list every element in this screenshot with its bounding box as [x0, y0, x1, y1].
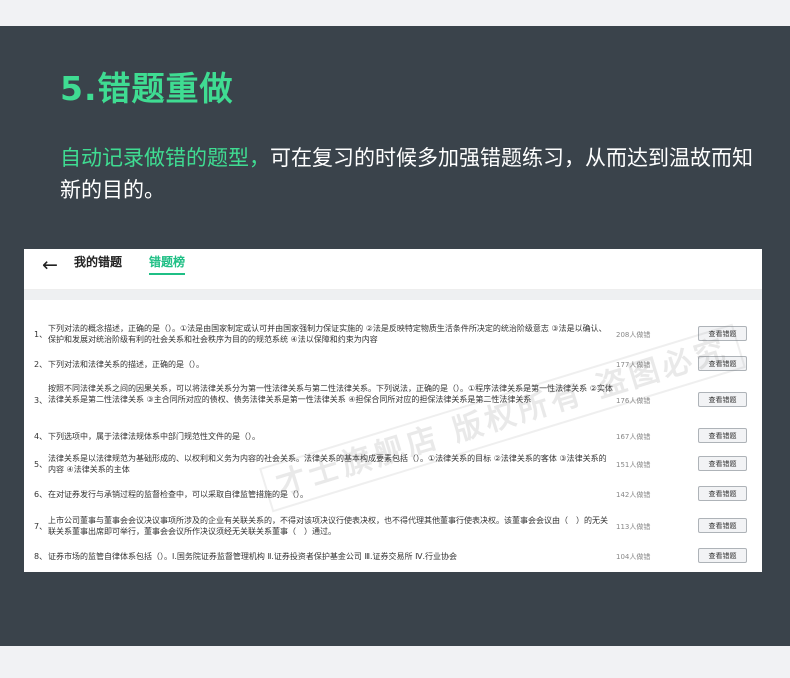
section-title: 5.错题重做 — [60, 69, 234, 108]
question-number: 6、 — [34, 490, 48, 499]
view-wrong-button[interactable]: 查看错题 — [698, 428, 747, 443]
question-text: 按照不同法律关系之间的因果关系，可以将法律关系分为第一性法律关系与第二性法律关系… — [48, 384, 613, 404]
wrong-questions-card: ← 我的错题 错题榜 1、 下列对法的概念描述，正确的是（）。①法是由国家制定或… — [24, 249, 762, 572]
wrong-count: 142人做错 — [616, 491, 651, 499]
question-number: 1、 — [34, 330, 48, 339]
question-number: 4、 — [34, 432, 48, 441]
wrong-count: 104人做错 — [616, 553, 651, 561]
view-wrong-button[interactable]: 查看错题 — [698, 518, 747, 533]
question-number: 5、 — [34, 460, 48, 469]
view-wrong-button[interactable]: 查看错题 — [698, 456, 747, 471]
view-wrong-button[interactable]: 查看错题 — [698, 356, 747, 371]
question-number: 7、 — [34, 522, 48, 531]
bottom-strip — [0, 646, 790, 678]
wrong-count: 113人做错 — [616, 523, 651, 531]
question-text: 下列选项中，属于法律法规体系中部门规范性文件的是（）。 — [48, 432, 260, 441]
question-text: 在对证券发行与承销过程的监督检查中，可以采取自律监管措施的是（）。 — [48, 490, 308, 499]
question-number: 2、 — [34, 360, 48, 369]
question-text: 法律关系是以法律规范为基础形成的、以权利和义务为内容的社会关系。法律关系的基本构… — [48, 454, 607, 474]
question-number: 3、 — [34, 396, 48, 405]
view-wrong-button[interactable]: 查看错题 — [698, 326, 747, 341]
view-wrong-button[interactable]: 查看错题 — [698, 392, 747, 407]
top-strip — [0, 0, 790, 26]
wrong-count: 151人做错 — [616, 461, 651, 469]
divider-band — [24, 290, 762, 300]
subtitle-highlight: 自动记录做错的题型， — [60, 146, 270, 170]
view-wrong-button[interactable]: 查看错题 — [698, 486, 747, 501]
tab-wrong-question-ranking[interactable]: 错题榜 — [149, 253, 186, 275]
wrong-count: 208人做错 — [616, 331, 651, 339]
view-wrong-button[interactable]: 查看错题 — [698, 548, 747, 563]
section-subtitle: 自动记录做错的题型，可在复习的时候多加强错题练习，从而达到温故而知新的目的。 — [60, 142, 760, 206]
question-number: 8、 — [34, 552, 48, 561]
arrow-left-icon[interactable]: ← — [42, 254, 58, 276]
question-text: 上市公司董事与董事会会议决议事项所涉及的企业有关联关系的，不得对该项决议行使表决… — [48, 516, 608, 536]
question-text: 下列对法和法律关系的描述，正确的是（）。 — [48, 360, 204, 369]
wrong-count: 167人做错 — [616, 433, 651, 441]
wrong-count: 176人做错 — [616, 397, 651, 405]
tab-my-wrong-questions[interactable]: 我的错题 — [74, 253, 122, 270]
wrong-count: 177人做错 — [616, 361, 651, 369]
question-text: 下列对法的概念描述，正确的是（）。①法是由国家制定或认可并由国家强制力保证实施的… — [48, 324, 607, 344]
card-header: ← 我的错题 错题榜 — [24, 249, 762, 290]
question-text: 证券市场的监管自律体系包括（）。Ⅰ.国务院证券监督管理机构 Ⅱ.证券投资者保护基… — [48, 552, 457, 561]
